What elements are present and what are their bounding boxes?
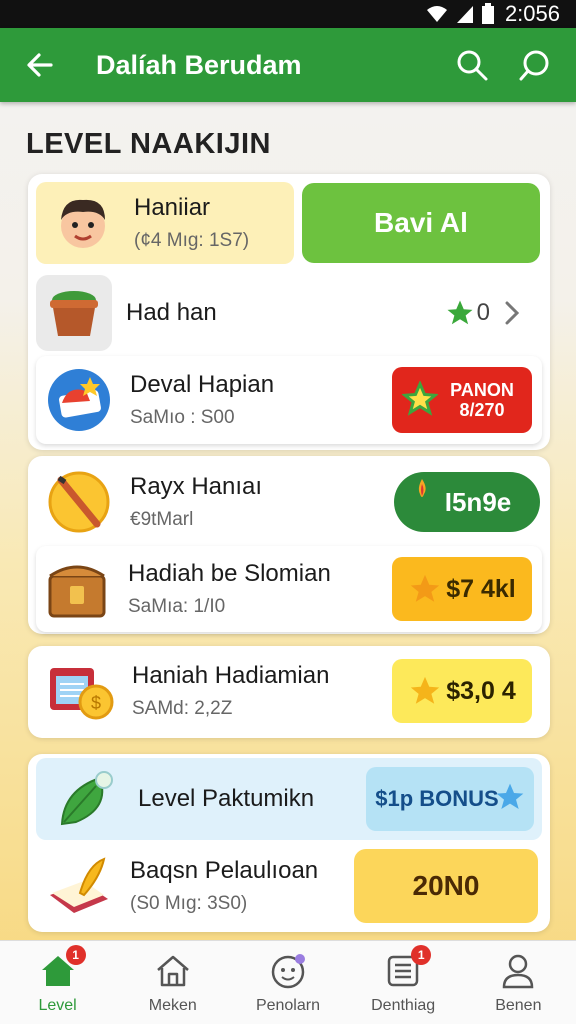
item-name: Deval Hapian xyxy=(130,371,275,398)
star-icon xyxy=(496,783,524,809)
calendar-coin-icon: $ xyxy=(44,654,118,728)
bottom-nav: 1 Level Meken Penolarn 1 Denthiag Benen xyxy=(0,940,576,1024)
nav-label: Denthiag xyxy=(371,996,436,1014)
chat-button[interactable] xyxy=(510,41,558,89)
panon-button[interactable]: PANON 8/270 xyxy=(392,367,532,433)
star-value: 0 xyxy=(476,299,490,326)
status-bar: 2:056 xyxy=(0,0,576,28)
coin-pencil-icon xyxy=(42,465,116,539)
treasure-chest-icon xyxy=(40,552,114,626)
item-name: Rayx Hanıaı xyxy=(130,473,263,500)
avatar-icon xyxy=(46,186,120,260)
item-name: Baqsn Pelaulıoan xyxy=(130,857,319,884)
home-outline-icon xyxy=(153,951,193,991)
item-sub: SaMıa: 1/I0 xyxy=(128,596,226,617)
item-name: Haniiar xyxy=(134,194,211,221)
list-icon: 1 xyxy=(383,944,432,991)
nav-penolarn[interactable]: Penolarn xyxy=(233,951,343,1015)
search-button[interactable] xyxy=(448,41,496,89)
home-filled-icon: 1 xyxy=(38,944,86,991)
app-bar: Dalíah Berudam xyxy=(0,28,576,102)
item-name: Level Paktumikn xyxy=(138,785,315,812)
nav-label: Meken xyxy=(148,996,197,1014)
status-time: 2:056 xyxy=(504,1,560,26)
list-item-hadiah-be-slomian[interactable]: Hadiah be Slomian SaMıa: 1/I0 $7 4kl xyxy=(36,546,542,632)
reward-button[interactable]: $3,0 4 xyxy=(392,659,532,723)
bonus-button[interactable]: $1p BONUS xyxy=(366,767,534,831)
item-sub: (¢4 Mıg: 1S7) xyxy=(134,230,250,251)
nav-level[interactable]: 1 Level xyxy=(3,944,113,1015)
reward-button[interactable]: I5n9e xyxy=(394,472,540,532)
nav-label: Level xyxy=(38,996,77,1014)
item-sub: SAMd: 2,2Z xyxy=(132,698,233,719)
nav-denthiag[interactable]: 1 Denthiag xyxy=(348,944,458,1015)
nav-meken[interactable]: Meken xyxy=(118,951,228,1015)
list-item-haniah-hadiamian[interactable]: $ Haniah Hadiamian SAMd: 2,2Z $3,0 4 xyxy=(36,648,542,734)
status-icons xyxy=(425,3,495,25)
fire-icon xyxy=(418,479,426,497)
search-icon xyxy=(457,50,488,81)
panon-label: PANON xyxy=(450,380,514,400)
item-sub: SaMıo : S00 xyxy=(130,407,235,428)
nav-label: Penolarn xyxy=(255,996,320,1014)
claim-button[interactable]: Bavi Al xyxy=(302,183,540,263)
section-title: LEVEL NAAKIJIN xyxy=(26,128,271,160)
nav-label: Benen xyxy=(495,996,542,1014)
star-icon xyxy=(402,381,438,416)
list-item-level-paktumikn[interactable]: Level Paktumikn $1p BONUS xyxy=(36,758,542,840)
chat-icon xyxy=(519,50,549,81)
reward-button[interactable]: $7 4kl xyxy=(392,557,532,621)
list-item-deval-hapian[interactable]: Deval Hapian SaMıo : S00 PANON 8/270 xyxy=(36,356,542,444)
face-icon xyxy=(268,951,308,991)
wifi-icon xyxy=(426,6,447,22)
signal-icon xyxy=(456,6,473,23)
item-name: Haniah Hadiamian xyxy=(132,662,330,689)
reward-button-label: I5n9e xyxy=(444,486,512,517)
star-icon xyxy=(447,300,473,325)
nav-badge: 1 xyxy=(411,944,432,965)
book-quill-icon xyxy=(42,849,116,923)
blue-star-badge-icon xyxy=(42,363,116,437)
user-icon xyxy=(498,951,538,991)
list-item-rayx-haniai[interactable]: Rayx Hanıaı €9tMarl I5n9e xyxy=(36,462,542,542)
arrow-left-icon xyxy=(27,53,53,77)
leaf-icon xyxy=(50,762,124,836)
star-icon xyxy=(411,574,440,602)
reward-button[interactable]: 20N0 xyxy=(354,849,538,923)
list-item-haniiar[interactable]: Haniiar (¢4 Mıg: 1S7) Bavi Al xyxy=(36,182,542,264)
star-count: 0 xyxy=(445,298,524,328)
reward-button-label: $7 4kl xyxy=(446,574,516,603)
chevron-right-icon xyxy=(505,301,520,325)
list-item-baqsn-pelaulioan[interactable]: Baqsn Pelaulıoan (S0 Mıg: 3S0) 20N0 xyxy=(36,844,542,928)
list-item-had-han[interactable]: Had han 0 xyxy=(36,274,542,352)
back-button[interactable] xyxy=(18,43,62,87)
svg-text:$: $ xyxy=(91,693,101,713)
star-icon xyxy=(411,676,440,704)
item-name: Had han xyxy=(126,299,217,326)
panon-value: 8/270 xyxy=(459,400,505,420)
item-sub: €9tMarl xyxy=(130,509,194,530)
item-sub: (S0 Mıg: 3S0) xyxy=(130,893,248,914)
page-title: Dalíah Berudam xyxy=(96,49,302,80)
nav-benen[interactable]: Benen xyxy=(463,951,573,1015)
reward-button-label: $3,0 4 xyxy=(446,676,516,705)
item-name: Hadiah be Slomian xyxy=(128,560,331,587)
nav-badge: 1 xyxy=(65,944,86,965)
plant-pot-icon xyxy=(36,275,112,351)
bonus-label: $1p BONUS xyxy=(375,786,499,811)
battery-icon xyxy=(481,3,494,24)
